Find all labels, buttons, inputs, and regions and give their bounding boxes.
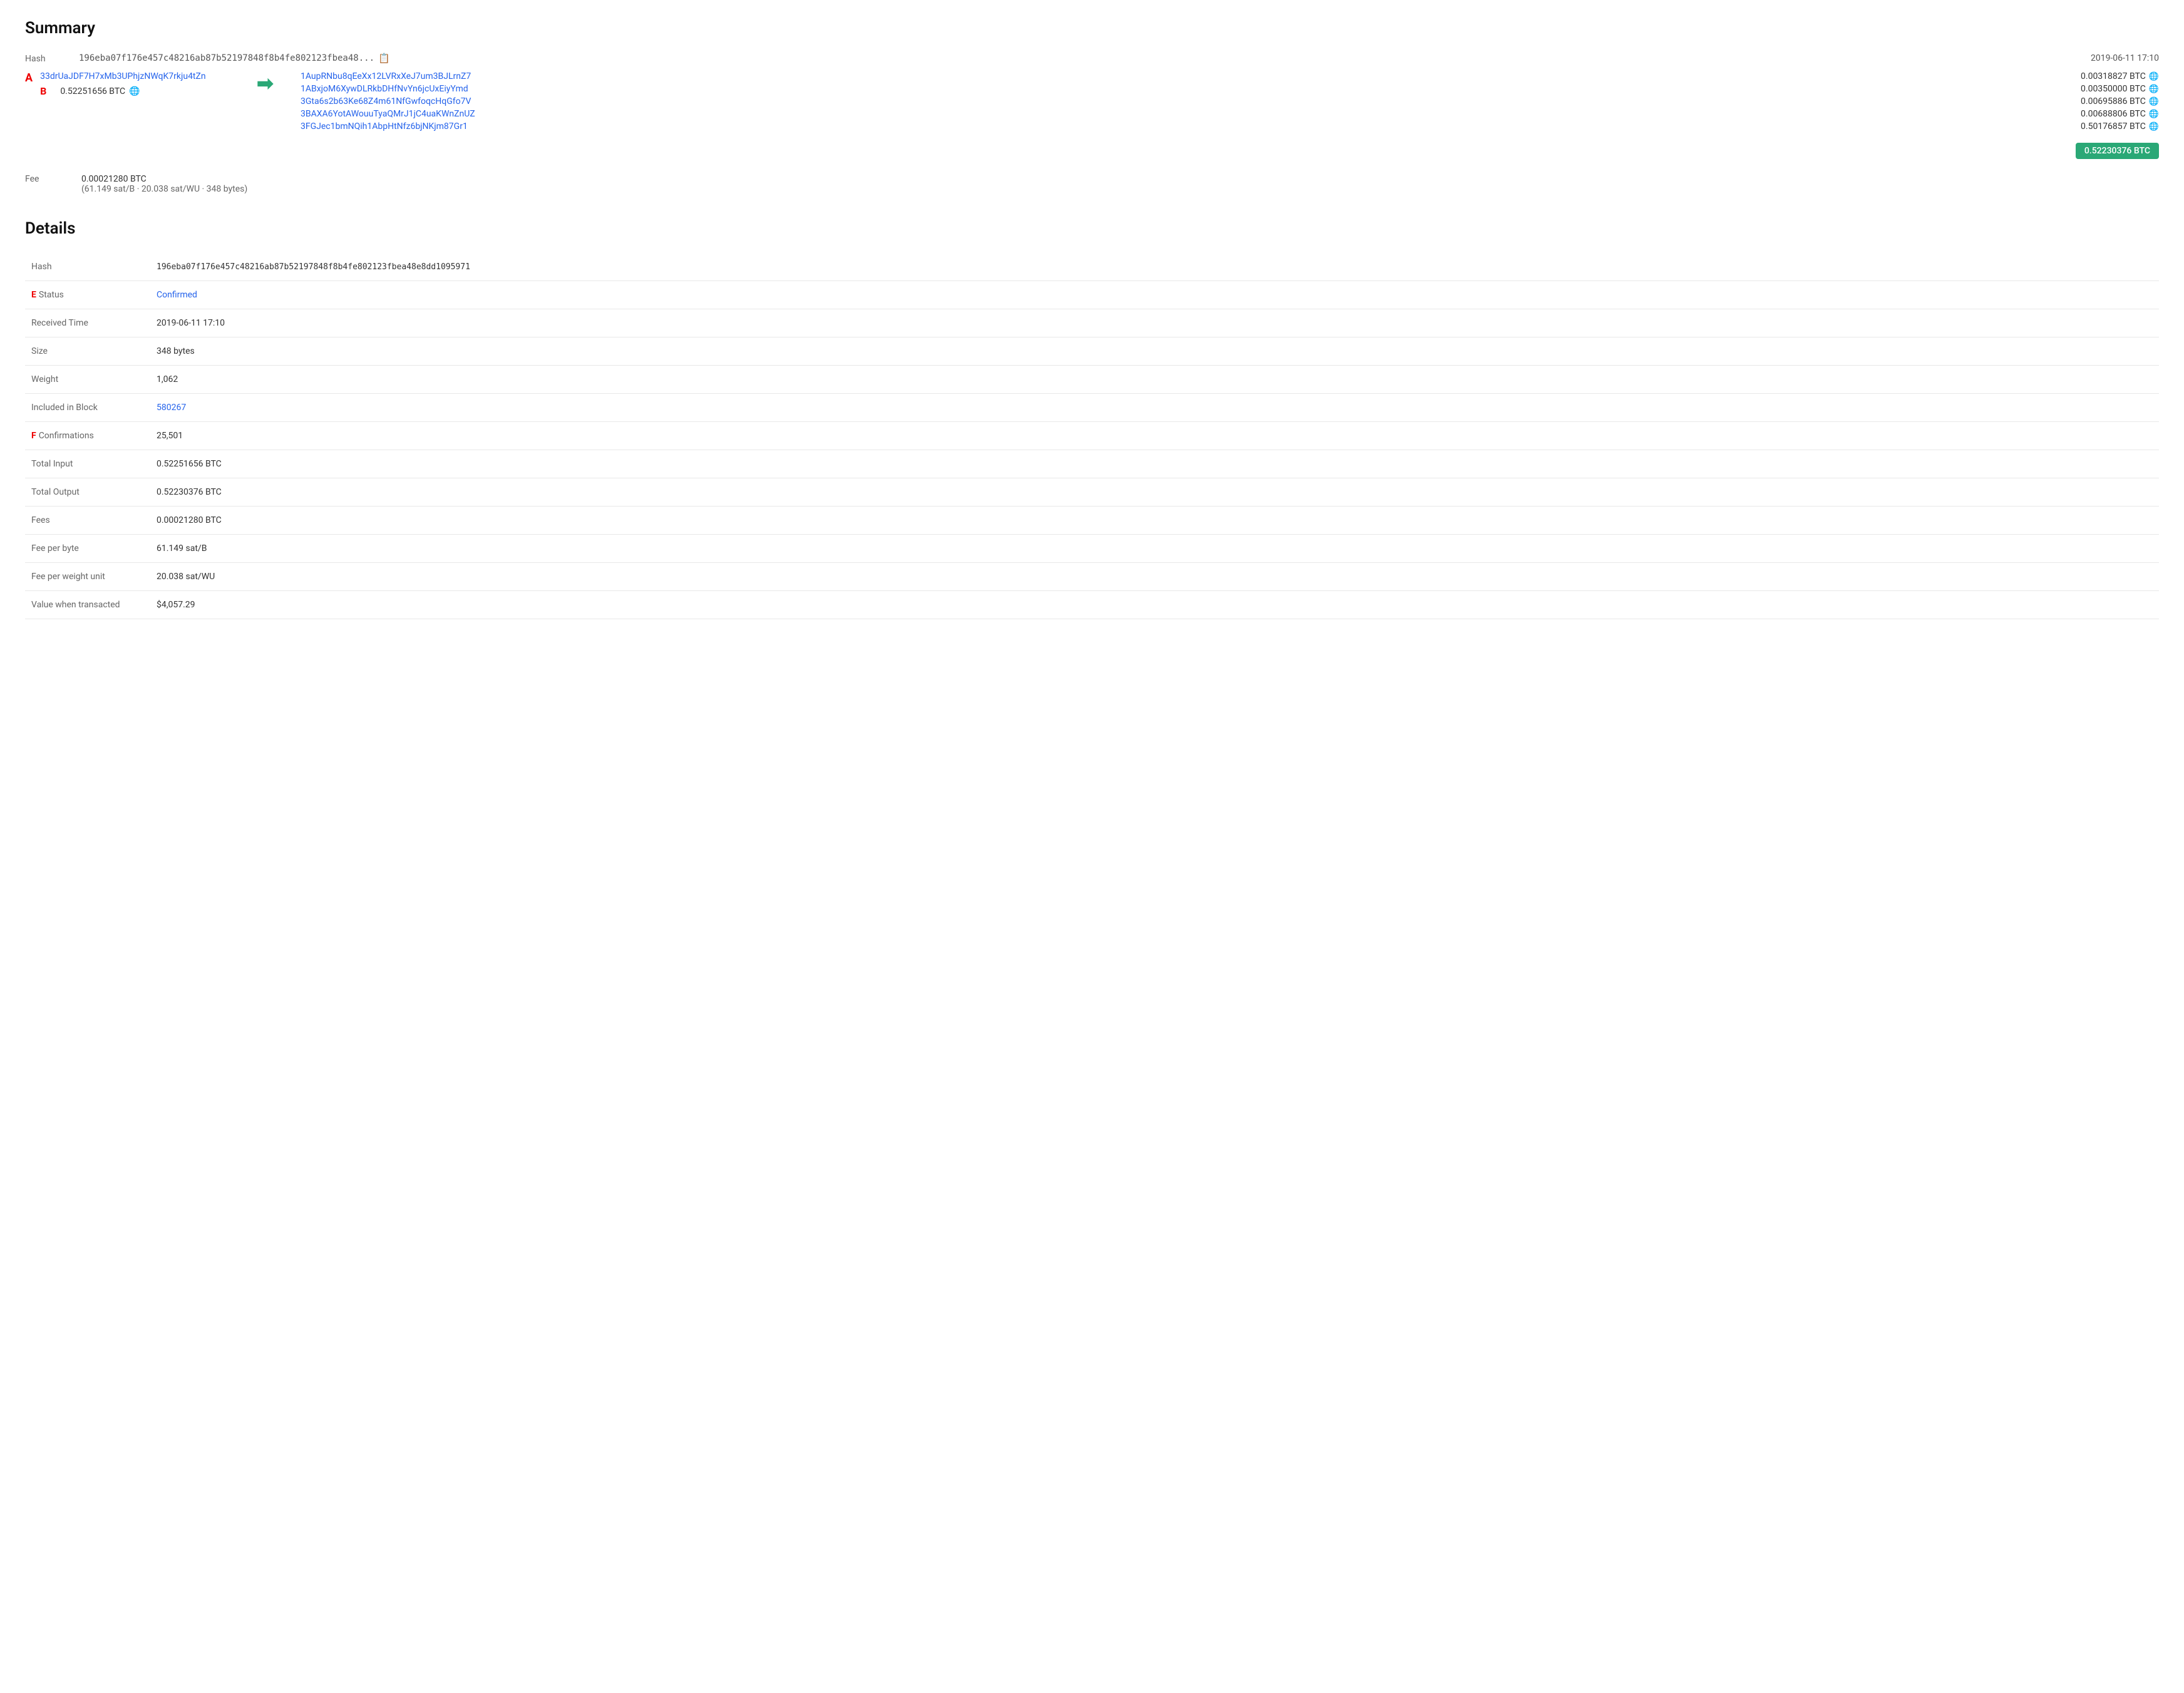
arrow-icon: ➡ xyxy=(257,71,274,95)
detail-row: Fee per byte61.149 sat/B xyxy=(25,535,2159,563)
fee-row: Fee 0.00021280 BTC (61.149 sat/B · 20.03… xyxy=(25,174,2159,194)
transaction-area: A 33drUaJDF7H7xMb3UPhjzNWqK7rkju4tZn B 0… xyxy=(25,71,2159,159)
receiver-address[interactable]: 3FGJec1bmNQih1AbpHtNfz6bjNKjm87Gr1 xyxy=(301,121,468,131)
receiver-row: 3BAXA6YotAWouuTyaQMrJ1jC4uaKWnZnUZ 0.006… xyxy=(301,109,2159,119)
detail-value: 196eba07f176e457c48216ab87b52197848f8b4f… xyxy=(150,253,2159,281)
detail-value: 580267 xyxy=(150,394,2159,422)
receiver-amount: 0.00350000 BTC 🌐 xyxy=(2081,84,2159,94)
receivers-col: 1AupRNbu8qEeXx12LVRxXeJ7um3BJLrnZ7 0.003… xyxy=(301,71,2159,159)
fee-label: Fee xyxy=(25,174,75,184)
detail-value: 25,501 xyxy=(150,422,2159,450)
receiver-row: 3Gta6s2b63Ke68Z4m61NfGwfoqcHqGfo7V 0.006… xyxy=(301,96,2159,106)
detail-label: Included in Block xyxy=(25,394,150,422)
receiver-row: 1ABxjoM6XywDLRkbDHfNvYn6jcUxEiyYmd 0.003… xyxy=(301,84,2159,94)
detail-label: Value when transacted xyxy=(25,591,150,619)
sender-address[interactable]: 33drUaJDF7H7xMb3UPhjzNWqK7rkju4tZn xyxy=(40,71,206,81)
receiver-row: 1AupRNbu8qEeXx12LVRxXeJ7um3BJLrnZ7 0.003… xyxy=(301,71,2159,81)
detail-label: FConfirmations xyxy=(25,422,150,450)
detail-value: 2019-06-11 17:10 xyxy=(150,309,2159,337)
detail-row: Weight1,062 xyxy=(25,366,2159,394)
detail-label: Total Input xyxy=(25,450,150,478)
annotation-A: A xyxy=(25,71,33,85)
detail-label: EStatus xyxy=(25,281,150,309)
receiver-amount: 0.00695886 BTC 🌐 xyxy=(2081,96,2159,106)
detail-row: Value when transacted$4,057.29 xyxy=(25,591,2159,619)
block-link[interactable]: 580267 xyxy=(157,403,186,413)
detail-label: Fee per weight unit xyxy=(25,563,150,591)
details-table: Hash196eba07f176e457c48216ab87b52197848f… xyxy=(25,253,2159,619)
hash-label: Hash xyxy=(25,53,75,64)
globe-icon-sender: 🌐 xyxy=(129,86,140,96)
detail-label: Received Time xyxy=(25,309,150,337)
globe-icon-receiver: 🌐 xyxy=(2149,110,2159,119)
receiver-address[interactable]: 1AupRNbu8qEeXx12LVRxXeJ7um3BJLrnZ7 xyxy=(301,71,471,81)
detail-row: Hash196eba07f176e457c48216ab87b52197848f… xyxy=(25,253,2159,281)
detail-label: Fee per byte xyxy=(25,535,150,563)
detail-row: Total Output0.52230376 BTC xyxy=(25,478,2159,507)
summary-title: Summary xyxy=(25,19,2159,38)
globe-icon-receiver: 🌐 xyxy=(2149,72,2159,81)
sender-row: 33drUaJDF7H7xMb3UPhjzNWqK7rkju4tZn xyxy=(40,71,206,84)
fee-value: 0.00021280 BTC xyxy=(81,174,247,184)
receiver-row: 3FGJec1bmNQih1AbpHtNfz6bjNKjm87Gr1 0.501… xyxy=(301,121,2159,131)
receiver-amount: 0.00688806 BTC 🌐 xyxy=(2081,109,2159,119)
sender-amount: 0.52251656 BTC xyxy=(60,86,125,96)
receiver-amount: 0.00318827 BTC 🌐 xyxy=(2081,71,2159,81)
detail-value: $4,057.29 xyxy=(150,591,2159,619)
receiver-address[interactable]: 1ABxjoM6XywDLRkbDHfNvYn6jcUxEiyYmd xyxy=(301,84,468,94)
detail-value: 348 bytes xyxy=(150,337,2159,366)
detail-value: Confirmed xyxy=(150,281,2159,309)
detail-row: FConfirmations25,501 xyxy=(25,422,2159,450)
detail-value: 1,062 xyxy=(150,366,2159,394)
details-title: Details xyxy=(25,219,2159,238)
detail-value: 0.52230376 BTC xyxy=(150,478,2159,507)
detail-row: Included in Block 580267 xyxy=(25,394,2159,422)
detail-row: EStatusConfirmed xyxy=(25,281,2159,309)
receiver-address[interactable]: 3BAXA6YotAWouuTyaQMrJ1jC4uaKWnZnUZ xyxy=(301,109,475,119)
detail-value: 20.038 sat/WU xyxy=(150,563,2159,591)
detail-row: Size348 bytes xyxy=(25,337,2159,366)
globe-icon-receiver: 🌐 xyxy=(2149,122,2159,131)
detail-value: 61.149 sat/B xyxy=(150,535,2159,563)
detail-row: Fee per weight unit20.038 sat/WU xyxy=(25,563,2159,591)
detail-row: Fees0.00021280 BTC xyxy=(25,507,2159,535)
detail-row: Received Time2019-06-11 17:10 xyxy=(25,309,2159,337)
detail-row: Total Input0.52251656 BTC xyxy=(25,450,2159,478)
timestamp: 2019-06-11 17:10 xyxy=(2091,53,2159,63)
detail-value: 0.52251656 BTC xyxy=(150,450,2159,478)
sender-col: A 33drUaJDF7H7xMb3UPhjzNWqK7rkju4tZn B 0… xyxy=(25,71,238,97)
globe-icon-receiver: 🌐 xyxy=(2149,97,2159,106)
globe-icon-receiver: 🌐 xyxy=(2149,85,2159,94)
receiver-amount: 0.50176857 BTC 🌐 xyxy=(2081,121,2159,131)
total-output-badge: 0.52230376 BTC xyxy=(2076,143,2159,159)
detail-label: Weight xyxy=(25,366,150,394)
detail-label: Fees xyxy=(25,507,150,535)
details-section: Details Hash196eba07f176e457c48216ab87b5… xyxy=(25,219,2159,619)
copy-icon[interactable]: 📋 xyxy=(378,53,390,64)
detail-label: Size xyxy=(25,337,150,366)
detail-value: 0.00021280 BTC xyxy=(150,507,2159,535)
detail-label: Total Output xyxy=(25,478,150,507)
fee-detail: (61.149 sat/B · 20.038 sat/WU · 348 byte… xyxy=(81,184,247,194)
summary-section: Summary Hash 196eba07f176e457c48216ab87b… xyxy=(25,19,2159,194)
receiver-address[interactable]: 3Gta6s2b63Ke68Z4m61NfGwfoqcHqGfo7V xyxy=(301,96,471,106)
summary-hash-row: Hash 196eba07f176e457c48216ab87b52197848… xyxy=(25,53,2159,64)
arrow-col: ➡ xyxy=(257,71,282,95)
hash-short-value: 196eba07f176e457c48216ab87b52197848f8b4f… xyxy=(79,53,374,63)
receivers-list: 1AupRNbu8qEeXx12LVRxXeJ7um3BJLrnZ7 0.003… xyxy=(301,71,2159,131)
annotation-B: B xyxy=(40,85,46,97)
detail-label: Hash xyxy=(25,253,150,281)
